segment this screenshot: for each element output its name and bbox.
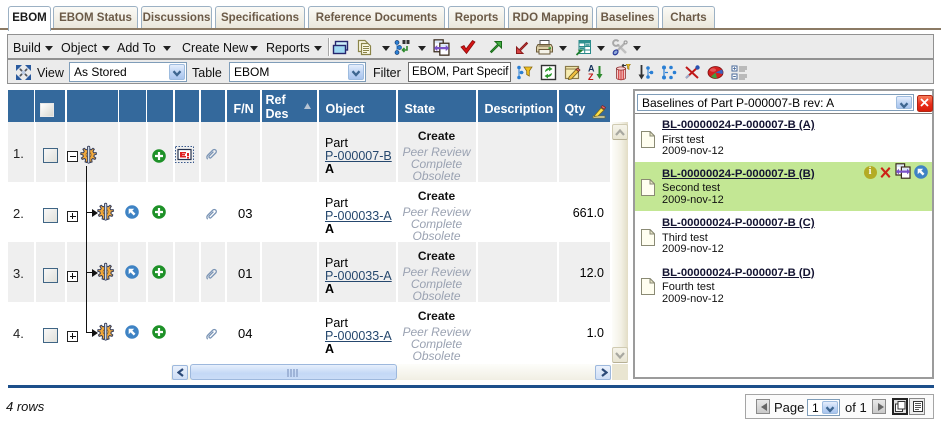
svg-text:Z: Z [588, 72, 594, 81]
